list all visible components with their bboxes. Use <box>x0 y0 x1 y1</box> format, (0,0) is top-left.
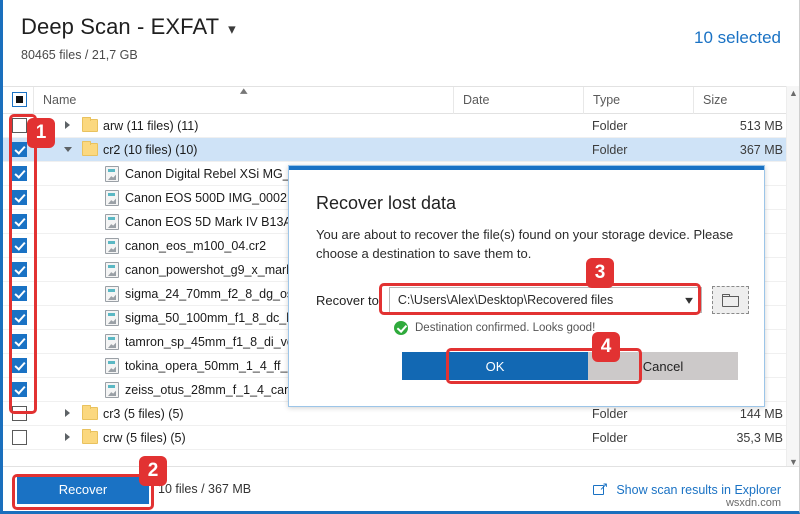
app-window: Deep Scan - EXFAT ▾ 80465 files / 21,7 G… <box>0 0 800 514</box>
image-file-icon <box>105 310 119 326</box>
check-circle-icon <box>394 321 408 335</box>
image-file-icon <box>105 166 119 182</box>
image-file-icon <box>105 382 119 398</box>
row-checkbox[interactable] <box>12 286 27 301</box>
scan-summary: 80465 files / 21,7 GB <box>21 48 138 62</box>
folder-icon <box>82 117 98 132</box>
row-name: tamron_sp_45mm_f1_8_di_vc_us <box>125 335 314 349</box>
ok-button[interactable]: OK <box>402 352 588 380</box>
select-all-checkbox[interactable] <box>12 92 27 107</box>
row-name: cr3 (5 files) (5) <box>103 407 184 421</box>
row-checkbox[interactable] <box>12 166 27 181</box>
recover-dialog: Recover lost data You are about to recov… <box>288 165 765 407</box>
row-checkbox[interactable] <box>12 358 27 373</box>
annotation-badge-1: 1 <box>27 118 55 148</box>
dialog-title: Recover lost data <box>316 193 457 213</box>
folder-icon <box>82 429 98 444</box>
row-checkbox[interactable] <box>12 238 27 253</box>
table-row[interactable]: arw (11 files) (11) Folder 513 MB <box>3 114 791 138</box>
confirmation-text: Destination confirmed. Looks good! <box>415 322 596 334</box>
destination-confirmation: Destination confirmed. Looks good! <box>394 321 595 335</box>
header: Deep Scan - EXFAT ▾ 80465 files / 21,7 G… <box>3 0 799 82</box>
scroll-up-icon[interactable]: ▲ <box>787 86 800 100</box>
column-header-size[interactable]: Size <box>693 87 791 114</box>
selected-count: 10 selected <box>694 28 781 47</box>
destination-path-select[interactable]: C:\Users\Alex\Desktop\Recovered files ▾ <box>388 287 702 313</box>
bottom-bar: Recover 10 files / 367 MB ↗ Show scan re… <box>3 466 799 511</box>
row-checkbox[interactable] <box>12 214 27 229</box>
image-file-icon <box>105 358 119 374</box>
browse-folder-button[interactable] <box>711 286 749 314</box>
row-size: 367 MB <box>739 143 783 157</box>
image-file-icon <box>105 190 119 206</box>
chevron-down-icon[interactable]: ▾ <box>685 293 693 307</box>
column-header-date[interactable]: Date <box>453 87 583 114</box>
row-name: tokina_opera_50mm_1_4_ff_19.c <box>125 359 312 373</box>
row-name: cr2 (10 files) (10) <box>103 143 198 157</box>
open-in-explorer-icon: ↗ <box>593 482 608 496</box>
row-name: Canon EOS 5D Mark IV B13A073 <box>125 215 313 229</box>
row-name: Canon EOS 500D IMG_0002.CR2 <box>125 191 316 205</box>
row-name: canon_powershot_g9_x_mark_ii_ <box>125 263 312 277</box>
row-type: Folder <box>592 143 628 157</box>
row-checkbox[interactable] <box>12 310 27 325</box>
row-type: Folder <box>592 431 628 445</box>
chevron-down-icon[interactable]: ▾ <box>228 18 236 37</box>
expand-triangle-icon[interactable] <box>65 409 70 417</box>
row-checkbox[interactable] <box>12 190 27 205</box>
dialog-accent-bar <box>289 166 764 170</box>
annotation-badge-3: 3 <box>586 258 614 288</box>
scan-title-dropdown[interactable]: Deep Scan - EXFAT ▾ <box>21 14 236 40</box>
folder-icon <box>82 405 98 420</box>
annotation-badge-2: 2 <box>139 456 167 486</box>
row-name: sigma_24_70mm_f2_8_dg_os_hs <box>125 287 314 301</box>
destination-path-value: C:\Users\Alex\Desktop\Recovered files <box>397 293 614 307</box>
expand-triangle-icon[interactable] <box>65 121 70 129</box>
row-checkbox[interactable] <box>12 118 27 133</box>
row-name: Canon Digital Rebel XSi MG_112 <box>125 167 310 181</box>
row-size: 35,3 MB <box>736 431 783 445</box>
row-checkbox[interactable] <box>12 334 27 349</box>
row-size: 513 MB <box>739 119 783 133</box>
dialog-buttons: OK Cancel <box>402 352 738 380</box>
annotation-badge-4: 4 <box>592 332 620 362</box>
show-in-explorer-label: Show scan results in Explorer <box>616 482 781 497</box>
collapse-triangle-icon[interactable] <box>64 147 72 156</box>
expand-triangle-icon[interactable] <box>65 433 70 441</box>
row-checkbox[interactable] <box>12 262 27 277</box>
row-checkbox[interactable] <box>12 382 27 397</box>
dialog-message: You are about to recover the file(s) fou… <box>316 227 734 261</box>
destination-row: Recover to C:\Users\Alex\Desktop\Recover… <box>316 286 749 314</box>
folder-icon <box>82 141 98 156</box>
row-name: crw (5 files) (5) <box>103 431 186 445</box>
row-checkbox[interactable] <box>12 142 27 157</box>
vertical-scrollbar[interactable]: ▲ ▼ <box>786 86 799 469</box>
recover-button[interactable]: Recover <box>17 475 149 504</box>
folder-icon <box>721 293 739 307</box>
selection-status: 10 files / 367 MB <box>158 482 252 496</box>
image-file-icon <box>105 238 119 254</box>
image-file-icon <box>105 334 119 350</box>
row-checkbox[interactable] <box>12 430 27 445</box>
watermark: wsxdn.com <box>725 497 781 509</box>
table-row[interactable]: cr2 (10 files) (10) Folder 367 MB <box>3 138 791 162</box>
recover-to-label: Recover to <box>316 292 379 308</box>
row-name: arw (11 files) (11) <box>103 119 199 133</box>
image-file-icon <box>105 262 119 278</box>
row-type: Folder <box>592 119 628 133</box>
image-file-icon <box>105 214 119 230</box>
column-header-bar: Name Date Type Size <box>3 86 799 114</box>
image-file-icon <box>105 286 119 302</box>
table-row[interactable]: crw (5 files) (5) Folder 35,3 MB <box>3 426 791 450</box>
page-title: Deep Scan - EXFAT <box>21 14 220 39</box>
sort-ascending-icon: ▴ <box>239 85 248 97</box>
row-checkbox[interactable] <box>12 406 27 421</box>
column-header-type[interactable]: Type <box>583 87 693 114</box>
row-name: canon_eos_m100_04.cr2 <box>125 239 267 253</box>
